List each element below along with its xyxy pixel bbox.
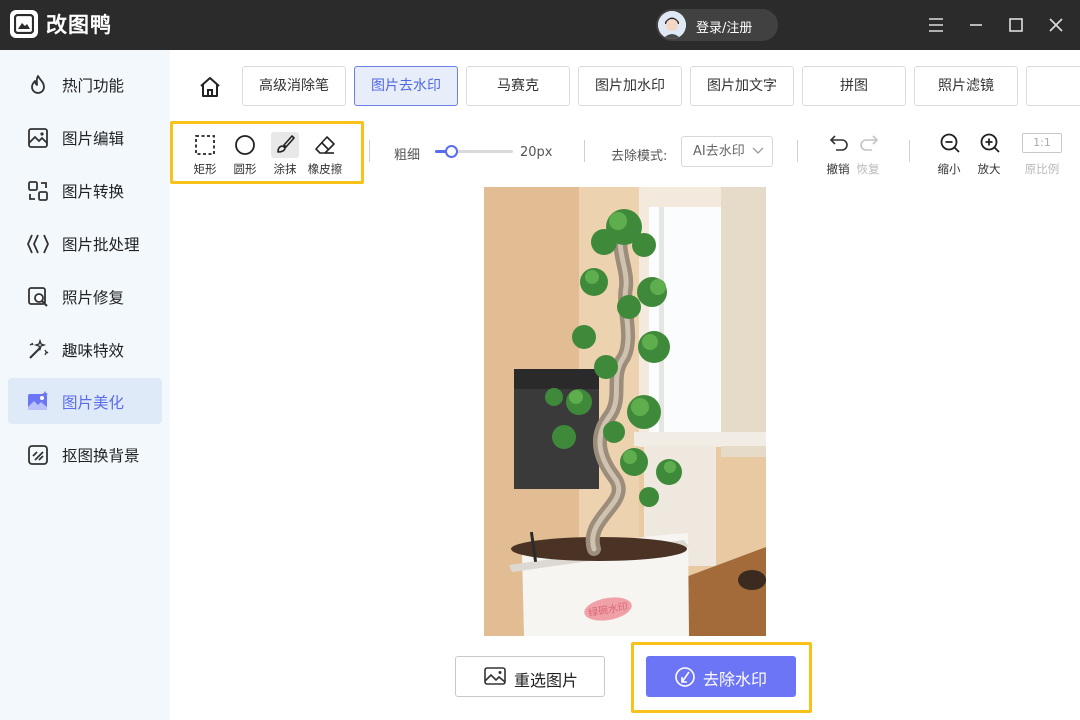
magic-wand-icon: [26, 338, 50, 362]
sidebar-item-label: 热门功能: [62, 77, 125, 95]
zoom-in-button[interactable]: 放大: [972, 130, 1006, 178]
brush-size-label: 粗细: [394, 148, 421, 163]
login-button[interactable]: 登录/注册: [656, 9, 778, 41]
title-bar: 改图鸭 登录/注册: [0, 0, 1080, 50]
avatar-icon: [658, 11, 686, 39]
sidebar-item-convert[interactable]: 图片转换: [8, 167, 162, 213]
sidebar-item-cutout[interactable]: 抠图换背景: [8, 431, 162, 477]
home-icon[interactable]: [196, 74, 224, 100]
chevron-down-icon: [752, 147, 764, 154]
divider: [369, 140, 370, 162]
sidebar-item-label: 趣味特效: [62, 342, 125, 360]
reselect-label: 重选图片: [514, 671, 579, 690]
tool-label: 橡皮擦: [307, 162, 343, 176]
original-ratio-button[interactable]: 1:1: [1022, 133, 1062, 153]
tool-rectangle[interactable]: 矩形: [187, 132, 221, 178]
flame-icon: [26, 73, 50, 97]
redo-icon: [860, 135, 879, 151]
divider: [584, 140, 585, 162]
image-edit-icon: [26, 126, 50, 150]
photo-repair-icon: [26, 285, 50, 309]
tab-filter[interactable]: 照片滤镜: [914, 66, 1018, 106]
rectangle-select-icon: [191, 132, 219, 158]
divider: [797, 140, 798, 162]
sidebar-item-photo-repair[interactable]: 照片修复: [8, 273, 162, 319]
redo-button[interactable]: 恢复: [851, 130, 885, 178]
tab-mosaic[interactable]: 马赛克: [466, 66, 570, 106]
sidebar-item-image-edit[interactable]: 图片编辑: [8, 114, 162, 160]
sidebar-item-label: 图片编辑: [62, 130, 125, 148]
tool-eraser[interactable]: 橡皮擦: [307, 132, 342, 178]
sidebar-item-label: 图片美化: [62, 394, 125, 412]
zoom-out-button[interactable]: 缩小: [932, 130, 966, 178]
tab-more[interactable]: [1026, 66, 1080, 106]
zoom-out-icon: [940, 133, 960, 153]
circle-select-icon: [231, 132, 259, 158]
mode-select[interactable]: AI去水印: [681, 136, 773, 167]
sidebar-item-label: 图片批处理: [62, 236, 140, 254]
menu-icon[interactable]: [924, 13, 948, 37]
tab-collage[interactable]: 拼图: [802, 66, 906, 106]
undo-icon: [829, 135, 848, 151]
eraser-icon: [311, 132, 339, 158]
mode-label: 去除模式:: [611, 149, 668, 164]
zoom-in-icon: [980, 133, 1000, 153]
brush-icon: [271, 132, 299, 158]
zoom-in-label: 放大: [977, 162, 1001, 176]
image-canvas[interactable]: 绿碗水印: [484, 187, 766, 636]
tool-brush[interactable]: 涂抹: [267, 132, 301, 178]
brush-size-slider[interactable]: [435, 145, 513, 158]
login-label: 登录/注册: [696, 21, 753, 36]
sidebar-item-label: 图片转换: [62, 183, 125, 201]
maximize-icon[interactable]: [1004, 13, 1028, 37]
selection-tools: 矩形 圆形 涂抹 橡皮擦: [170, 121, 364, 184]
sidebar-item-label: 抠图换背景: [62, 447, 140, 465]
close-icon[interactable]: [1044, 13, 1068, 37]
original-ratio-label: 原比例: [1024, 162, 1060, 176]
reselect-image-button[interactable]: 重选图片: [455, 656, 605, 697]
sidebar-item-label: 照片修复: [62, 289, 125, 307]
remove-watermark-icon: [675, 667, 695, 687]
slider-handle[interactable]: [445, 145, 458, 158]
mode-select-value: AI去水印: [693, 144, 745, 159]
remove-watermark-button[interactable]: 去除水印: [646, 656, 796, 697]
tab-add-watermark[interactable]: 图片加水印: [578, 66, 682, 106]
brush-size-value: 20px: [520, 145, 553, 160]
tab-add-text[interactable]: 图片加文字: [690, 66, 794, 106]
app-logo-icon: [10, 10, 38, 38]
divider: [909, 140, 910, 162]
sidebar-item-effects[interactable]: 趣味特效: [8, 326, 162, 372]
cutout-icon: [26, 443, 50, 467]
remove-watermark-label: 去除水印: [703, 670, 768, 689]
sidebar: 热门功能 图片编辑 图片转换 图片批处理 照片修复 趣味特效 图片美化 抠图换背…: [0, 50, 170, 720]
sidebar-item-hot[interactable]: 热门功能: [8, 61, 162, 107]
image-reselect-icon: [484, 667, 506, 685]
batch-icon: [26, 232, 50, 256]
tab-eraser-pen[interactable]: 高级消除笔: [242, 66, 346, 106]
tool-circle[interactable]: 圆形: [227, 132, 261, 178]
app-title: 改图鸭: [46, 13, 112, 37]
main-content: 高级消除笔 图片去水印 马赛克 图片加水印 图片加文字 拼图 照片滤镜 矩形 圆…: [170, 50, 1080, 720]
sidebar-item-beautify[interactable]: 图片美化: [8, 378, 162, 424]
minimize-icon[interactable]: [964, 13, 988, 37]
convert-icon: [26, 179, 50, 203]
image-beautify-icon: [26, 390, 50, 414]
sidebar-item-batch[interactable]: 图片批处理: [8, 220, 162, 266]
redo-label: 恢复: [856, 162, 880, 176]
remove-watermark-highlight: 去除水印: [631, 642, 812, 713]
tab-remove-watermark[interactable]: 图片去水印: [354, 66, 458, 106]
